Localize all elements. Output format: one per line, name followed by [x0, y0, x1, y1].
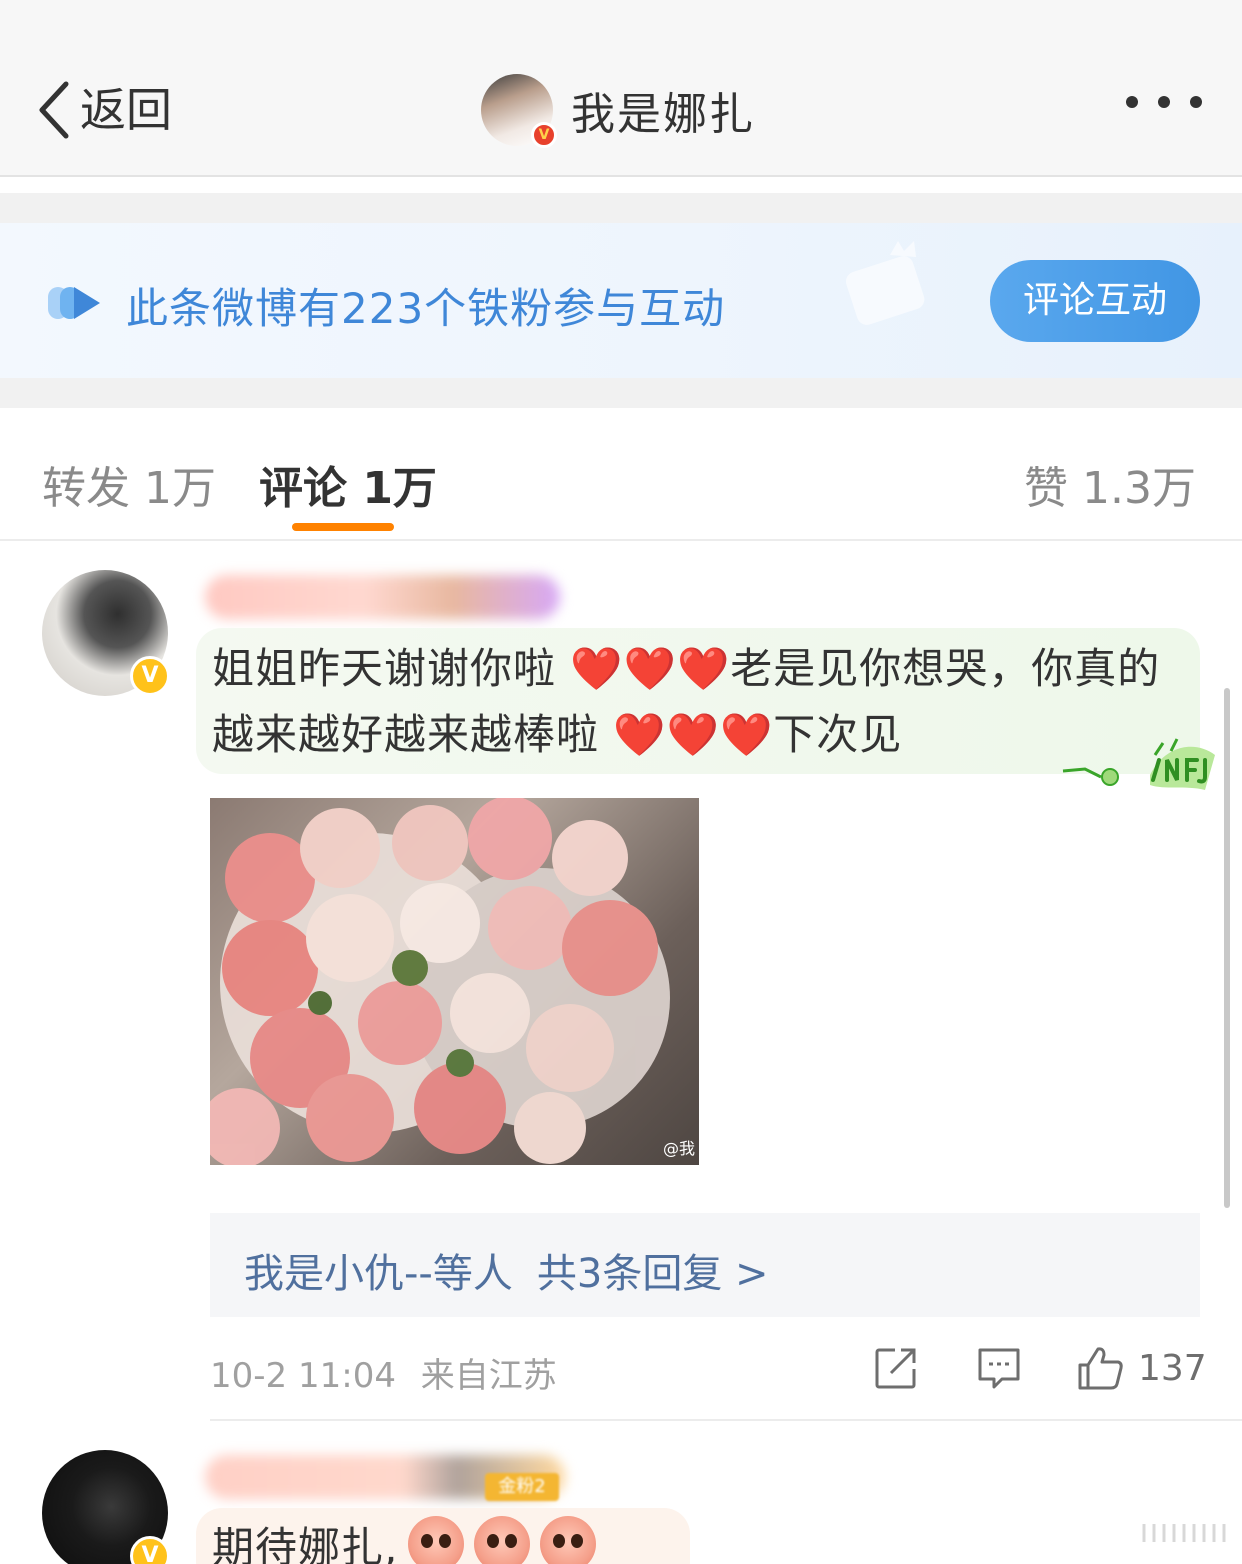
- verified-badge-icon: V: [130, 656, 170, 696]
- back-button[interactable]: 返回: [34, 80, 172, 140]
- comment-divider: [210, 1419, 1242, 1421]
- verified-badge-icon: V: [130, 1536, 170, 1564]
- like-button[interactable]: 137: [1076, 1345, 1207, 1391]
- like-count: 137: [1138, 1347, 1207, 1389]
- like-icon: [1078, 1347, 1123, 1390]
- section-divider: [0, 378, 1242, 408]
- comment-image-roses[interactable]: @我: [210, 798, 699, 1165]
- more-options-button[interactable]: [1126, 96, 1202, 108]
- pig-emoji-icon: [408, 1516, 465, 1564]
- fan-level-badge: 金粉2: [485, 1473, 559, 1501]
- heart-emoji: ❤️❤️❤️: [570, 644, 731, 693]
- heart-emoji: ❤️❤️❤️: [613, 710, 774, 759]
- scrollbar[interactable]: [1224, 688, 1230, 1208]
- comment-text: 期待娜扎,: [212, 1515, 597, 1564]
- reply-count-link[interactable]: 共3条回复 >: [537, 1251, 769, 1297]
- section-divider: [0, 193, 1242, 223]
- striped-decoration-icon: [1142, 1524, 1226, 1542]
- tab-comment[interactable]: 评论 1万: [259, 452, 437, 516]
- chevron-left-icon: [39, 81, 69, 139]
- back-label: 返回: [80, 83, 172, 137]
- rose-bouquet-image: [210, 798, 670, 1165]
- reply-button[interactable]: [976, 1345, 1022, 1395]
- active-tab-indicator: [292, 523, 394, 531]
- comment-text-part: 姐姐昨天谢谢你啦: [212, 644, 571, 693]
- profile-name: 我是娜扎: [571, 89, 755, 140]
- fan-interaction-banner: 此条微博有223个铁粉参与互动 评论互动: [0, 223, 1242, 378]
- pig-emoji-icon: [540, 1516, 597, 1564]
- comment-meta: 10-2 11:04 来自江苏: [210, 1348, 557, 1397]
- banner-text: 此条微博有223个铁粉参与互动: [126, 284, 726, 333]
- pig-emoji-icon: [474, 1516, 531, 1564]
- comment-text-part: 下次见: [773, 710, 903, 759]
- tab-bar: 转发 1万 评论 1万 赞 1.3万: [0, 408, 1242, 541]
- comment-text-part: 期待娜扎,: [212, 1523, 399, 1564]
- comment-text: 姐姐昨天谢谢你啦 ❤️❤️❤️老是见你想哭，你真的越来越好越来越棒啦 ❤️❤️❤…: [212, 636, 1172, 768]
- verified-badge-icon: V: [531, 122, 557, 148]
- more-dots-icon: [1126, 96, 1138, 108]
- image-watermark: @我: [662, 1139, 695, 1158]
- replies-text: 我是小仇--等人 共3条回复 >: [244, 1241, 769, 1299]
- fan-interaction-icon: [48, 287, 100, 319]
- reply-authors: 我是小仇--等人: [244, 1251, 513, 1297]
- commenter-name-blurred[interactable]: [205, 575, 560, 619]
- more-dots-icon: [1158, 96, 1170, 108]
- infj-sticker-icon: [1062, 738, 1215, 790]
- avatar[interactable]: V: [42, 570, 170, 696]
- avatar[interactable]: V: [481, 74, 557, 148]
- banner-decoration-icon: [845, 241, 925, 325]
- profile-header[interactable]: V 我是娜扎: [481, 74, 755, 148]
- replies-preview[interactable]: 我是小仇--等人 共3条回复 >: [210, 1213, 1200, 1317]
- tab-like[interactable]: 赞 1.3万: [1024, 452, 1196, 516]
- comment-interaction-button[interactable]: 评论互动: [990, 260, 1200, 342]
- top-nav-bar: 返回 V 我是娜扎: [0, 0, 1242, 177]
- location: 来自江苏: [420, 1356, 557, 1396]
- share-icon: [875, 1348, 916, 1389]
- timestamp: 10-2 11:04: [210, 1356, 396, 1396]
- more-dots-icon: [1190, 96, 1202, 108]
- tab-repost[interactable]: 转发 1万: [42, 452, 216, 516]
- share-button[interactable]: [873, 1345, 919, 1395]
- comment-icon: [978, 1348, 1020, 1389]
- avatar[interactable]: V: [42, 1450, 170, 1564]
